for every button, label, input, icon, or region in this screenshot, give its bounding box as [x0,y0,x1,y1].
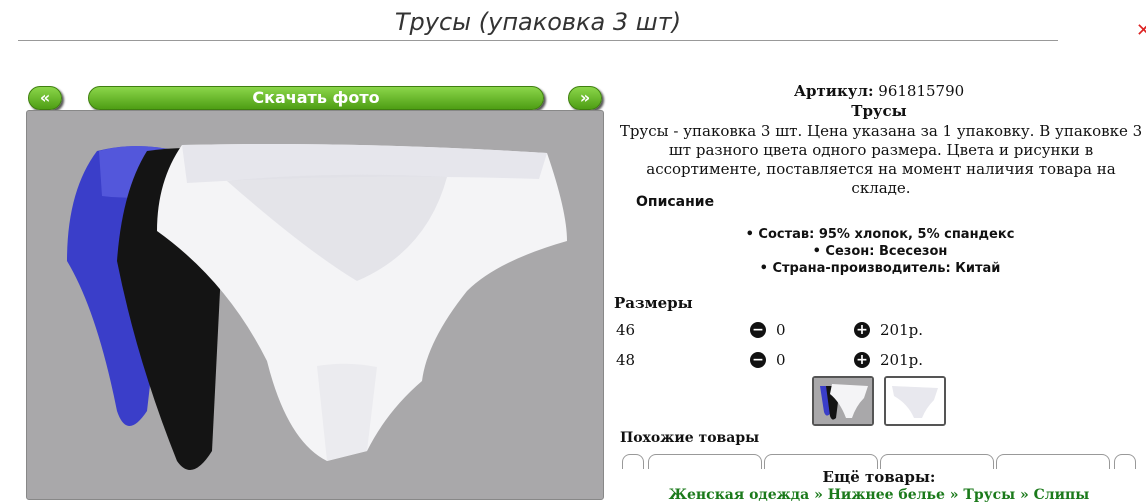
photo-thumbnail-2[interactable] [884,376,946,426]
thumbnail-image [814,378,872,424]
download-photo-button[interactable]: Скачать фото [88,86,544,110]
decrease-quantity-button[interactable]: − [750,322,766,338]
product-photo[interactable] [26,110,604,500]
similar-products-title: Похожие товары [620,430,760,446]
photo-thumbnail-1[interactable] [812,376,874,426]
more-products-title: Ещё товары: [822,468,936,486]
page-title: Трусы (упаковка 3 шт) [394,8,682,36]
size-label: 48 [616,351,636,369]
breadcrumb-separator: » [949,487,959,503]
article-value: 961815790 [878,82,965,100]
spec-item-composition: Состав: 95% хлопок, 5% спандекс [612,226,1146,243]
decrease-quantity-button[interactable]: − [750,352,766,368]
article-line: Артикул: 961815790 [612,82,1146,100]
prev-photo-button[interactable]: « [28,86,62,110]
breadcrumb-separator: » [1020,487,1029,503]
article-label: Артикул: [793,82,874,100]
specs-list: Состав: 95% хлопок, 5% спандекс Сезон: В… [612,226,1146,277]
size-row: 48 − 0 + 201р. [614,351,1146,371]
quantity-value: 0 [776,321,786,339]
thumbnail-image [886,378,944,424]
breadcrumb-link[interactable]: Трусы [963,487,1015,503]
quantity-value: 0 [776,351,786,369]
similar-products-strip [622,454,1146,469]
spec-item-country: Страна-производитель: Китай [612,260,1146,277]
similar-scroll-right[interactable] [1114,454,1136,469]
specs-title: Описание [636,194,715,210]
title-divider [18,40,1058,41]
similar-product-card[interactable] [996,454,1110,469]
spec-item-season: Сезон: Всесезон [612,243,1146,260]
product-image [67,144,567,470]
product-name: Трусы [851,102,907,120]
price-value: 201р. [880,351,924,369]
similar-product-card[interactable] [764,454,878,469]
similar-product-card[interactable] [880,454,994,469]
next-photo-button[interactable]: » [568,86,602,110]
breadcrumb-link[interactable]: Нижнее белье [828,487,945,503]
size-row: 46 − 0 + 201р. [614,321,1146,341]
similar-product-card[interactable] [648,454,762,469]
breadcrumb-link[interactable]: Слипы [1034,487,1090,503]
increase-quantity-button[interactable]: + [854,352,870,368]
increase-quantity-button[interactable]: + [854,322,870,338]
breadcrumb-separator: » [814,487,823,503]
category-breadcrumb: Женская одежда » Нижнее белье » Трусы » … [612,487,1146,503]
breadcrumb-link[interactable]: Женская одежда [669,487,810,503]
similar-scroll-left[interactable] [622,454,644,469]
sizes-title: Размеры [614,294,693,312]
size-label: 46 [616,321,636,339]
product-description: Трусы - упаковка 3 шт. Цена указана за 1… [619,122,1143,197]
price-value: 201р. [880,321,924,339]
close-icon[interactable]: ✕ [1136,22,1146,40]
